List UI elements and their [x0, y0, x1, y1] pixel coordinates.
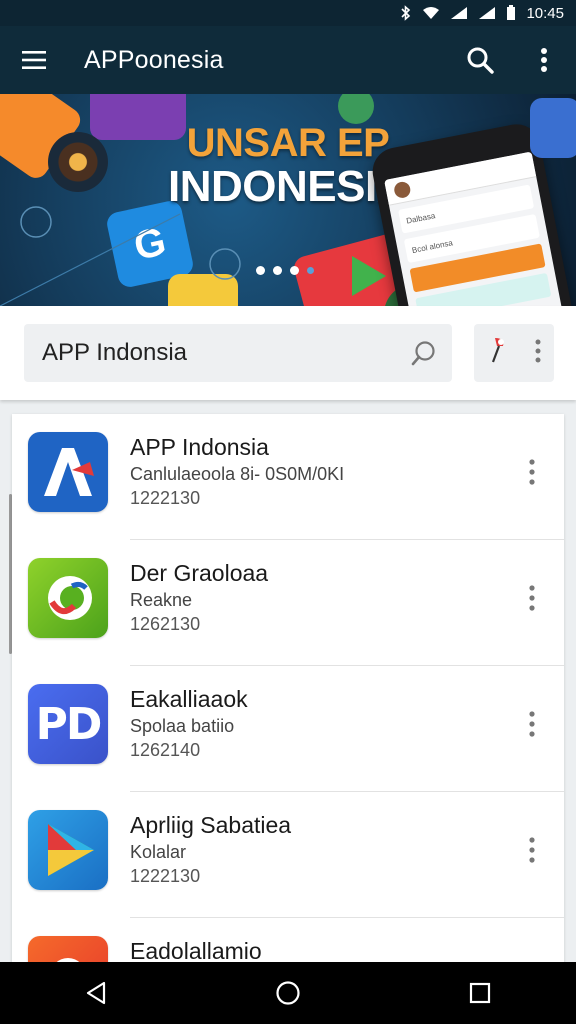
- green-c-icon: [28, 558, 108, 638]
- signal-icon-2: [478, 6, 496, 20]
- carousel-dot[interactable]: [256, 266, 265, 275]
- list-item-text: Eakalliaaok Spolaa batiio 1262140: [130, 684, 490, 762]
- phone-screen: Dalbasa Bcol alonsa: [384, 151, 569, 306]
- hamburger-icon: [22, 51, 46, 69]
- app-bar: APPoonesia: [0, 26, 576, 94]
- app-subtitle: Kolalar: [130, 842, 187, 862]
- pd-icon: PD: [28, 684, 108, 764]
- more-vert-icon: [529, 837, 535, 863]
- search-input[interactable]: APP Indonsia: [24, 324, 452, 382]
- app-list: APP Indonsia Canlulaeoola 8i- 0S0M/0KI 1…: [12, 414, 564, 974]
- decor-app-icon: [530, 98, 576, 158]
- app-name: APP Indonsia: [130, 434, 269, 460]
- app-code: 1222130: [130, 866, 201, 886]
- item-more-button[interactable]: [512, 444, 552, 500]
- back-icon: [86, 981, 106, 1005]
- list-item[interactable]: Aprliig Sabatiea Kolalar 1222130: [12, 792, 564, 918]
- item-more-button[interactable]: [512, 570, 552, 626]
- banner-line-1: UNSAR EP: [186, 121, 390, 165]
- carousel-dot[interactable]: [273, 266, 282, 275]
- app-subtitle: Canlulaeoola 8i- 0S0M/0KI: [130, 464, 345, 484]
- more-vert-icon[interactable]: [535, 339, 541, 368]
- list-item-text: Aprliig Sabatiea Kolalar 1222130: [130, 810, 490, 888]
- recents-button[interactable]: [440, 962, 520, 1024]
- app-name: Der Graoloaa: [130, 560, 269, 586]
- avatar: [392, 180, 412, 199]
- list-item-text: Der Graoloaa Reakne 1262130: [130, 558, 490, 636]
- item-more-button[interactable]: [512, 822, 552, 878]
- app-title: APPoonesia: [84, 45, 224, 74]
- recents-icon: [469, 982, 491, 1004]
- promo-banner[interactable]: G UNSAR EP INDONESIA Dalbasa Bcol alonsa: [0, 94, 576, 306]
- list-item[interactable]: Der Graoloaa Reakne 1262130: [12, 540, 564, 666]
- app-subtitle: Reakne: [130, 590, 193, 610]
- item-more-button[interactable]: [512, 696, 552, 752]
- letter-a-icon: [28, 432, 108, 512]
- search-tools: [474, 324, 554, 382]
- status-time: 10:45: [526, 4, 564, 22]
- app-code: 1262140: [130, 740, 201, 760]
- carousel-dot[interactable]: [290, 266, 299, 275]
- signal-icon: [450, 6, 468, 20]
- home-button[interactable]: [248, 962, 328, 1024]
- status-bar: 10:45: [0, 0, 576, 26]
- search-icon[interactable]: [396, 339, 452, 367]
- more-vert-icon: [541, 48, 547, 72]
- play-icon: [28, 810, 108, 890]
- home-icon: [276, 981, 300, 1005]
- navigation-bar: [0, 962, 576, 1024]
- wifi-icon: [422, 6, 440, 20]
- back-button[interactable]: [56, 962, 136, 1024]
- more-vert-icon: [529, 585, 535, 611]
- more-vert-icon: [529, 711, 535, 737]
- battery-icon: [506, 5, 516, 21]
- phone-row-text: Dalbasa: [405, 210, 436, 226]
- app-code: 1262130: [130, 614, 201, 634]
- app-code: 1222130: [130, 488, 201, 508]
- app-name: Aprliig Sabatiea: [130, 812, 292, 838]
- bluetooth-icon: [400, 5, 412, 21]
- carousel-dot[interactable]: [307, 267, 314, 274]
- phone-row-text: Bcol alonsa: [411, 237, 454, 255]
- carousel-indicator[interactable]: [256, 266, 314, 275]
- search-input-text[interactable]: APP Indonsia: [42, 339, 396, 367]
- search-button[interactable]: [448, 26, 512, 94]
- app-name: Eakalliaaok: [130, 686, 248, 712]
- overflow-menu-button[interactable]: [512, 26, 576, 94]
- search-icon: [467, 47, 494, 74]
- voice-icon[interactable]: [487, 336, 509, 371]
- more-vert-icon: [529, 459, 535, 485]
- search-card: APP Indonsia: [0, 306, 576, 400]
- app-subtitle: Spolaa batiio: [130, 716, 235, 736]
- list-item-text: APP Indonsia Canlulaeoola 8i- 0S0M/0KI 1…: [130, 432, 490, 510]
- menu-button[interactable]: [0, 26, 68, 94]
- list-item[interactable]: PD Eakalliaaok Spolaa batiio 1262140: [12, 666, 564, 792]
- list-item[interactable]: APP Indonsia Canlulaeoola 8i- 0S0M/0KI 1…: [12, 414, 564, 540]
